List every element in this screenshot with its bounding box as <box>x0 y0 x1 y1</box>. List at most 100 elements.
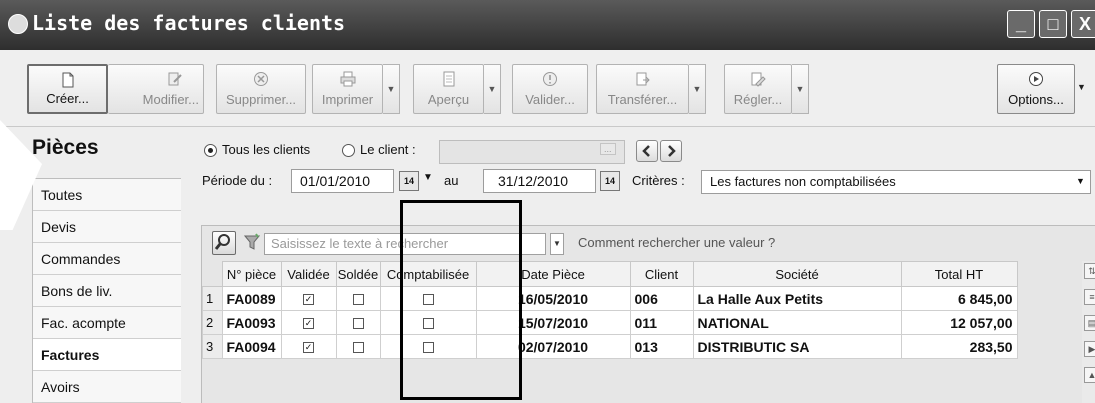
soldee-cell[interactable] <box>335 286 381 311</box>
soldee-checkbox[interactable] <box>352 342 364 354</box>
piece-cell[interactable]: FA0089 <box>221 286 282 311</box>
comptabilisee-cell[interactable] <box>379 310 477 335</box>
validee-checkbox[interactable]: ✓ <box>303 318 314 330</box>
column-header-validee[interactable]: Validée <box>280 261 337 287</box>
table-row[interactable]: 1 FA0089 ✓ 16/05/2010 006 La Halle Aux P… <box>202 286 1018 311</box>
client-cell[interactable]: 006 <box>629 286 694 311</box>
options-dropdown-icon[interactable]: ▼ <box>1077 82 1086 92</box>
column-header-societe[interactable]: Société <box>692 261 902 287</box>
client-cell[interactable]: 013 <box>629 334 694 359</box>
print-list-icon[interactable]: ▤ <box>1084 315 1095 331</box>
minimize-button[interactable]: _ <box>1007 10 1035 38</box>
period-label: Période du : <box>202 173 273 188</box>
search-icon <box>214 234 230 250</box>
search-help-link[interactable]: Comment rechercher une valeur ? <box>578 235 775 250</box>
nav-item-toutes[interactable]: Toutes <box>33 179 181 211</box>
societe-cell[interactable]: NATIONAL <box>692 310 902 335</box>
criteria-select[interactable]: Les factures non comptabilisées <box>701 170 1091 194</box>
calendar-from-icon[interactable]: 14 <box>399 171 419 191</box>
piece-cell[interactable]: FA0094 <box>221 334 282 359</box>
one-client-label[interactable]: Le client : <box>360 142 416 157</box>
comptabilisee-checkbox[interactable] <box>422 318 434 330</box>
table-row[interactable]: 2 FA0093 ✓ 15/07/2010 011 NATIONAL 12 05… <box>202 310 1018 335</box>
column-header-comptabilisee[interactable]: Comptabilisée <box>379 261 477 287</box>
table-row[interactable]: 3 FA0094 ✓ 02/07/2010 013 DISTRIBUTIC SA… <box>202 334 1018 359</box>
nav-item-fac-acompte[interactable]: Fac. acompte <box>33 307 181 339</box>
soldee-cell[interactable] <box>335 334 381 359</box>
validate-button[interactable]: Valider... <box>512 64 588 114</box>
all-clients-radio[interactable] <box>204 144 217 157</box>
column-header-date[interactable]: Date Pièce <box>475 261 631 287</box>
date-from-dropdown-icon[interactable]: ▼ <box>423 172 433 183</box>
scroll-right-icon[interactable]: ▶ <box>1084 341 1095 357</box>
nav-item-devis[interactable]: Devis <box>33 211 181 243</box>
client-cell[interactable]: 011 <box>629 310 694 335</box>
total-cell[interactable]: 6 845,00 <box>900 286 1018 311</box>
nav-item-factures[interactable]: Factures <box>33 339 181 371</box>
soldee-checkbox[interactable] <box>352 318 364 330</box>
client-browse-button[interactable]: ... <box>600 143 616 155</box>
comptabilisee-cell[interactable] <box>379 334 477 359</box>
prev-button[interactable] <box>636 140 658 162</box>
preview-icon <box>443 71 454 87</box>
edit-icon <box>168 72 182 86</box>
pay-button[interactable]: Régler... <box>724 64 792 114</box>
validee-checkbox[interactable]: ✓ <box>303 294 314 306</box>
preview-dropdown-icon[interactable]: ▼ <box>484 64 501 114</box>
date-cell[interactable]: 02/07/2010 <box>475 334 631 359</box>
nav-item-bons-de-liv[interactable]: Bons de liv. <box>33 275 181 307</box>
next-button[interactable] <box>660 140 682 162</box>
societe-cell[interactable]: DISTRIBUTIC SA <box>692 334 902 359</box>
print-button[interactable]: Imprimer <box>312 64 383 114</box>
validee-cell[interactable]: ✓ <box>280 286 337 311</box>
column-header-piece[interactable]: N° pièce <box>221 261 282 287</box>
transfer-dropdown-icon[interactable]: ▼ <box>689 64 706 114</box>
comptabilisee-checkbox[interactable] <box>422 294 434 306</box>
delete-button[interactable]: Supprimer... <box>216 64 306 114</box>
search-button[interactable] <box>212 231 236 255</box>
title-bar[interactable]: Liste des factures clients _ □ X <box>0 0 1095 50</box>
column-settings-icon[interactable]: ⇅ <box>1084 263 1095 279</box>
nav-item-avoirs[interactable]: Avoirs <box>33 371 181 403</box>
column-header-soldee[interactable]: Soldée <box>335 261 381 287</box>
column-header-total[interactable]: Total HT <box>900 261 1018 287</box>
date-to-field[interactable]: 31/12/2010 <box>483 169 596 193</box>
total-cell[interactable]: 12 057,00 <box>900 310 1018 335</box>
search-dropdown-icon[interactable]: ▼ <box>550 233 564 255</box>
pay-dropdown-icon[interactable]: ▼ <box>792 64 809 114</box>
transfer-button[interactable]: Transférer... <box>596 64 689 114</box>
comptabilisee-cell[interactable] <box>379 286 477 311</box>
validee-checkbox[interactable]: ✓ <box>303 342 314 354</box>
soldee-cell[interactable] <box>335 310 381 335</box>
one-client-radio[interactable] <box>342 144 355 157</box>
options-button[interactable]: Options... <box>997 64 1075 114</box>
societe-cell[interactable]: La Halle Aux Petits <box>692 286 902 311</box>
list-icon[interactable]: ≡ <box>1084 289 1095 305</box>
preview-button[interactable]: Aperçu <box>413 64 484 114</box>
calendar-to-icon[interactable]: 14 <box>600 171 620 191</box>
criteria-dropdown-icon[interactable]: ▼ <box>1076 176 1085 186</box>
close-button[interactable]: X <box>1071 10 1095 38</box>
all-clients-label[interactable]: Tous les clients <box>222 142 310 157</box>
create-button[interactable]: Créer... <box>27 64 108 114</box>
modify-button[interactable]: Modifier... <box>108 64 204 114</box>
validee-cell[interactable]: ✓ <box>280 310 337 335</box>
soldee-checkbox[interactable] <box>352 294 364 306</box>
validee-cell[interactable]: ✓ <box>280 334 337 359</box>
total-cell[interactable]: 283,50 <box>900 334 1018 359</box>
search-input[interactable]: Saisissez le texte à rechercher <box>264 233 546 255</box>
scroll-up-icon[interactable]: ▲ <box>1084 367 1095 383</box>
piece-cell[interactable]: FA0093 <box>221 310 282 335</box>
to-label: au <box>444 173 459 188</box>
date-cell[interactable]: 15/07/2010 <box>475 310 631 335</box>
column-header-client[interactable]: Client <box>629 261 694 287</box>
maximize-button[interactable]: □ <box>1039 10 1067 38</box>
app-icon <box>8 14 28 34</box>
nav-item-commandes[interactable]: Commandes <box>33 243 181 275</box>
comptabilisee-checkbox[interactable] <box>422 342 434 354</box>
date-cell[interactable]: 16/05/2010 <box>475 286 631 311</box>
filter-icon[interactable] <box>244 233 260 251</box>
print-dropdown-icon[interactable]: ▼ <box>383 64 400 114</box>
client-field[interactable] <box>439 140 625 164</box>
date-from-field[interactable]: 01/01/2010 <box>291 169 394 193</box>
